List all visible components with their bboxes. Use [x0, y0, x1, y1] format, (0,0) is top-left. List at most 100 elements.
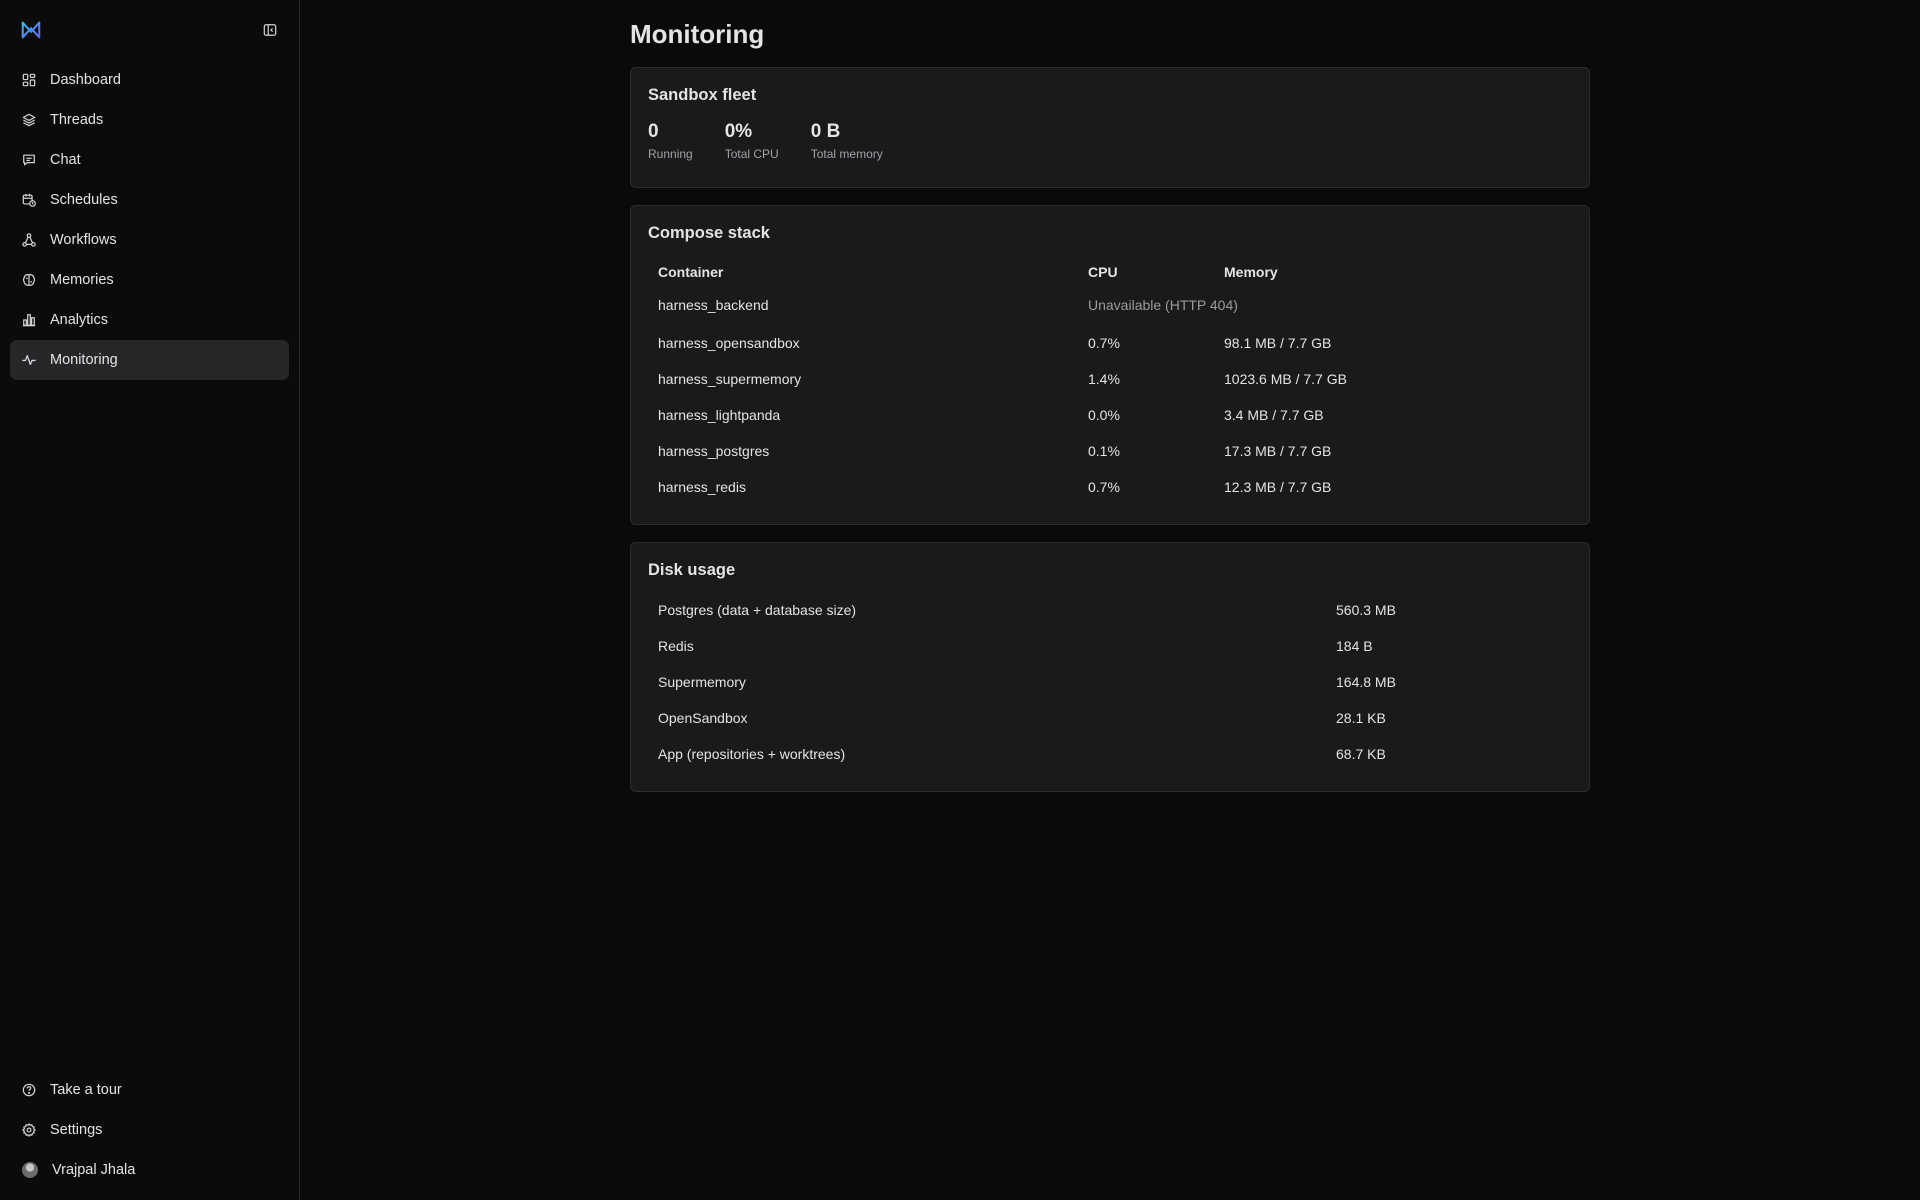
sidebar-item-label: Workflows: [50, 232, 117, 248]
container-name: harness_backend: [658, 297, 769, 313]
disk-item-size: 164.8 MB: [1336, 674, 1396, 690]
sandbox-fleet-card: Sandbox fleet 0 Running 0% Total CPU 0 B…: [630, 67, 1590, 188]
avatar: [22, 1162, 38, 1178]
sidebar-nav: Dashboard Threads Chat Schedules Workflo…: [10, 60, 289, 380]
sidebar-item-threads[interactable]: Threads: [10, 100, 289, 140]
column-header-memory: Memory: [1224, 264, 1278, 280]
content-column: Monitoring Sandbox fleet 0 Running 0% To…: [630, 0, 1590, 792]
container-name: harness_postgres: [658, 443, 770, 459]
table-row: harness_backend Unavailable (HTTP 404): [648, 285, 1572, 325]
stat-total-cpu: 0% Total CPU: [725, 119, 779, 161]
sidebar-collapse-button[interactable]: [259, 19, 281, 41]
disk-item-name: App (repositories + worktrees): [658, 746, 846, 762]
column-header-cpu: CPU: [1088, 264, 1118, 280]
sidebar-item-settings[interactable]: Settings: [10, 1110, 289, 1150]
stat-label: Total memory: [810, 147, 883, 161]
unavailable-status: Unavailable (HTTP 404): [1088, 297, 1238, 313]
memory-value: 17.3 MB / 7.7 GB: [1224, 443, 1332, 459]
sidebar-bottom-nav: Take a tour Settings Vrajpal Jhala: [10, 1070, 289, 1200]
table-row: harness_supermemory 1.4% 1023.6 MB / 7.7…: [648, 361, 1572, 397]
compose-table: Container CPU Memory harness_backend Una…: [648, 259, 1572, 505]
disk-item-name: Postgres (data + database size): [658, 602, 857, 618]
sidebar-item-monitoring[interactable]: Monitoring: [10, 340, 289, 380]
workflow-icon: [22, 233, 36, 247]
stat-value: 0%: [724, 121, 753, 142]
sidebar-header: [10, 0, 289, 60]
table-row: App (repositories + worktrees) 68.7 KB: [648, 736, 1572, 772]
activity-icon: [22, 353, 36, 367]
gear-icon: [22, 1123, 36, 1137]
disk-item-name: Supermemory: [658, 674, 746, 690]
sidebar-item-user-profile[interactable]: Vrajpal Jhala: [10, 1150, 289, 1190]
disk-usage-card: Disk usage Postgres (data + database siz…: [630, 542, 1590, 792]
table-row: Postgres (data + database size) 560.3 MB: [648, 592, 1572, 628]
sidebar-item-label: Chat: [50, 152, 81, 168]
table-row: harness_postgres 0.1% 17.3 MB / 7.7 GB: [648, 433, 1572, 469]
sidebar-item-label: Dashboard: [50, 72, 121, 88]
dashboard-grid-icon: [22, 73, 36, 87]
sidebar-item-workflows[interactable]: Workflows: [10, 220, 289, 260]
sidebar-item-dashboard[interactable]: Dashboard: [10, 60, 289, 100]
sidebar-item-memories[interactable]: Memories: [10, 260, 289, 300]
sidebar-item-analytics[interactable]: Analytics: [10, 300, 289, 340]
sidebar-item-label: Threads: [50, 112, 104, 128]
sidebar-item-label: Take a tour: [50, 1082, 122, 1098]
table-row: Redis 184 B: [648, 628, 1572, 664]
card-title: Compose stack: [648, 224, 770, 242]
stat-value: 0 B: [810, 121, 841, 142]
memory-value: 12.3 MB / 7.7 GB: [1224, 479, 1332, 495]
disk-item-name: Redis: [658, 638, 694, 654]
chat-bubble-icon: [22, 153, 36, 167]
disk-item-size: 28.1 KB: [1336, 710, 1386, 726]
disk-item-size: 560.3 MB: [1336, 602, 1396, 618]
compose-stack-card: Compose stack Container CPU Memory harne…: [630, 205, 1590, 525]
stat-total-memory: 0 B Total memory: [811, 119, 883, 161]
card-title: Disk usage: [648, 561, 736, 579]
stat-value: 0: [648, 121, 659, 142]
memory-value: 98.1 MB / 7.7 GB: [1224, 335, 1332, 351]
brain-icon: [22, 273, 36, 287]
card-title: Sandbox fleet: [648, 86, 757, 104]
sidebar-item-label: Memories: [50, 272, 114, 288]
disk-usage-table: Postgres (data + database size) 560.3 MB…: [648, 592, 1572, 772]
cpu-value: 0.7%: [1088, 479, 1120, 495]
app-logo-icon[interactable]: [20, 19, 42, 41]
cpu-value: 0.1%: [1088, 443, 1120, 459]
disk-item-name: OpenSandbox: [658, 710, 748, 726]
container-name: harness_supermemory: [658, 371, 802, 387]
table-header-row: Container CPU Memory: [648, 259, 1572, 285]
table-row: harness_lightpanda 0.0% 3.4 MB / 7.7 GB: [648, 397, 1572, 433]
table-row: Supermemory 164.8 MB: [648, 664, 1572, 700]
sidebar: Dashboard Threads Chat Schedules Workflo…: [0, 0, 300, 1200]
memory-value: 1023.6 MB / 7.7 GB: [1224, 371, 1347, 387]
user-name: Vrajpal Jhala: [52, 1162, 136, 1178]
sidebar-item-schedules[interactable]: Schedules: [10, 180, 289, 220]
disk-item-size: 184 B: [1336, 638, 1373, 654]
help-circle-icon: [22, 1083, 36, 1097]
cpu-value: 0.7%: [1088, 335, 1120, 351]
calendar-clock-icon: [22, 193, 36, 207]
sidebar-item-chat[interactable]: Chat: [10, 140, 289, 180]
sidebar-item-label: Monitoring: [50, 352, 118, 368]
bar-chart-icon: [22, 313, 36, 327]
disk-item-size: 68.7 KB: [1336, 746, 1386, 762]
cpu-value: 1.4%: [1088, 371, 1120, 387]
memory-value: 3.4 MB / 7.7 GB: [1224, 407, 1324, 423]
main-content: Monitoring Sandbox fleet 0 Running 0% To…: [300, 0, 1920, 1200]
cpu-value: 0.0%: [1088, 407, 1120, 423]
stat-label: Running: [648, 147, 693, 161]
layers-icon: [22, 113, 36, 127]
sidebar-item-take-a-tour[interactable]: Take a tour: [10, 1070, 289, 1110]
stat-running: 0 Running: [648, 119, 693, 161]
sidebar-item-label: Schedules: [50, 192, 118, 208]
sidebar-item-label: Analytics: [50, 312, 109, 328]
table-row: harness_opensandbox 0.7% 98.1 MB / 7.7 G…: [648, 325, 1572, 361]
app-root: Dashboard Threads Chat Schedules Workflo…: [0, 0, 1920, 1200]
stat-label: Total CPU: [724, 147, 779, 161]
table-row: harness_redis 0.7% 12.3 MB / 7.7 GB: [648, 469, 1572, 505]
column-header-container: Container: [658, 264, 724, 280]
sidebar-item-label: Settings: [50, 1122, 103, 1138]
page-title: Monitoring: [630, 19, 765, 49]
table-row: OpenSandbox 28.1 KB: [648, 700, 1572, 736]
